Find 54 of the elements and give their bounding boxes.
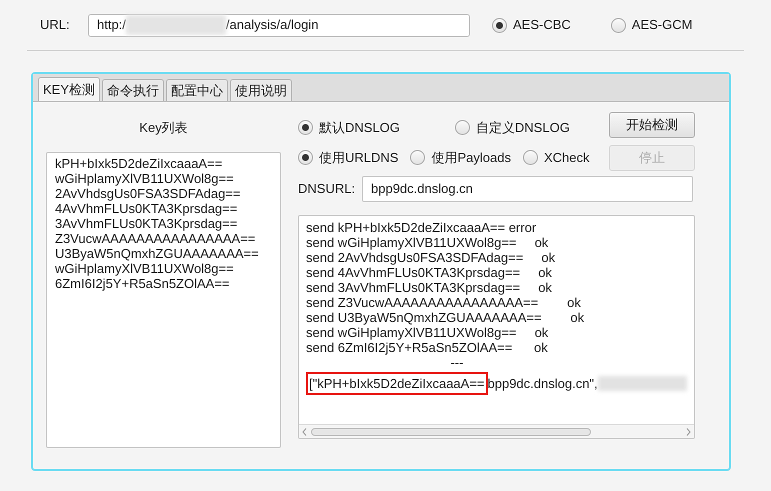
log-line: send 3AvVhmFLUs0KTA3Kprsdag== ok xyxy=(306,280,553,295)
log-line: send 2AvVhdsgUs0FSA3SDFAdag== ok xyxy=(306,250,556,265)
log-line: send Z3VucwAAAAAAAAAAAAAAAA== ok xyxy=(306,295,582,310)
key-entry: 2AvVhdsgUs0FSA3SDFAdag== xyxy=(55,186,242,201)
radio-button[interactable] xyxy=(454,120,470,136)
tab[interactable]: 命令执行 xyxy=(102,79,164,101)
action-button[interactable]: 开始检测 xyxy=(609,112,695,138)
scrollbar-thumb[interactable] xyxy=(311,428,591,436)
radio-label[interactable]: 自定义DNSLOG xyxy=(476,118,570,138)
highlighted-result-text: ["kPH+bIxk5D2deZiIxcaaaA== xyxy=(306,372,488,395)
dnsurl-label: DNSURL: xyxy=(298,180,356,198)
radio-label[interactable]: 使用Payloads xyxy=(431,148,511,167)
action-button: 停止 xyxy=(609,145,695,171)
url-field[interactable]: http:/ /analysis/a/login xyxy=(88,14,470,36)
key-entry: 6ZmI6I2j5Y+R5aSn5ZOlAA== xyxy=(55,276,231,291)
key-list-title: Key列表 xyxy=(139,119,188,137)
log-line: --- xyxy=(449,355,464,370)
radio-label[interactable]: 默认DNSLOG xyxy=(319,118,400,138)
tab[interactable]: KEY检测 xyxy=(38,77,100,101)
radio-button[interactable] xyxy=(522,150,538,165)
log-line: send wGiHplamyXlVB11UXWol8g== ok xyxy=(306,325,550,340)
radio-label[interactable]: AES-GCM xyxy=(632,15,692,35)
radio-label[interactable]: AES-CBC xyxy=(513,15,571,35)
radio-button[interactable] xyxy=(298,150,313,165)
log-line: send 6ZmI6I2j5Y+R5aSn5ZOlAA== ok xyxy=(306,340,549,355)
url-text-start: http:/ xyxy=(97,16,126,34)
key-entry: Z3VucwAAAAAAAAAAAAAAAA== xyxy=(55,231,256,246)
scroll-right-icon[interactable] xyxy=(686,428,691,436)
url-label: URL: xyxy=(40,16,71,34)
log-line: send wGiHplamyXlVB11UXWol8g== ok xyxy=(306,235,550,250)
key-entry: U3ByaW5nQmxhZGUAAAAAAA== xyxy=(55,246,260,261)
radio-button[interactable] xyxy=(298,120,313,136)
url-text-end: /analysis/a/login xyxy=(226,16,318,34)
radio-button[interactable] xyxy=(610,18,626,32)
tab[interactable]: 使用说明 xyxy=(230,79,292,101)
log-result-text: bpp9dc.dnslog.cn", xyxy=(488,376,598,391)
key-entry: 4AvVhmFLUs0KTA3Kprsdag== xyxy=(55,201,238,216)
tab[interactable]: 配置中心 xyxy=(166,79,228,101)
key-entry: wGiHplamyXlVB11UXWol8g== xyxy=(55,261,235,276)
scroll-left-icon[interactable] xyxy=(302,428,307,436)
radio-button[interactable] xyxy=(492,18,507,32)
log-area[interactable] xyxy=(298,215,695,439)
radio-button[interactable] xyxy=(410,150,426,165)
key-list-area[interactable] xyxy=(46,152,281,448)
radio-label[interactable]: XCheck xyxy=(544,148,590,167)
dnsurl-field[interactable]: bpp9dc.dnslog.cn xyxy=(362,176,693,202)
log-line: send U3ByaW5nQmxhZGUAAAAAAA== ok xyxy=(306,310,586,325)
log-line: send 4AvVhmFLUs0KTA3Kprsdag== ok xyxy=(306,265,553,280)
key-entry: kPH+bIxk5D2deZiIxcaaaA== xyxy=(55,156,224,171)
horizontal-scrollbar[interactable] xyxy=(299,424,694,438)
key-entry: 3AvVhmFLUs0KTA3Kprsdag== xyxy=(55,216,238,231)
log-line: send kPH+bIxk5D2deZiIxcaaaA== error xyxy=(306,220,538,235)
key-entry: wGiHplamyXlVB11UXWol8g== xyxy=(55,171,235,186)
radio-label[interactable]: 使用URLDNS xyxy=(319,148,398,167)
